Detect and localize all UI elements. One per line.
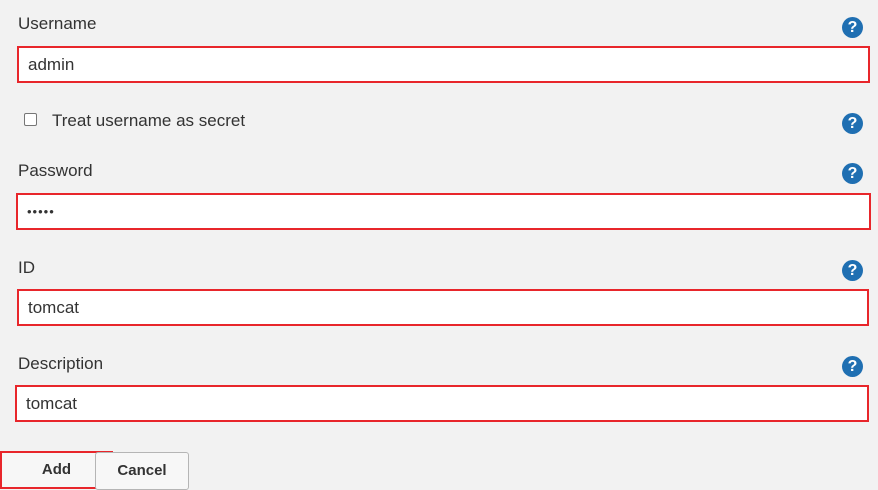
username-input[interactable] <box>17 46 870 83</box>
description-label: Description <box>18 354 104 373</box>
id-input[interactable] <box>17 289 869 326</box>
treat-username-secret-checkbox[interactable] <box>24 113 37 126</box>
treat-username-secret-label: Treat username as secret <box>52 111 246 130</box>
password-help-icon[interactable]: ? <box>842 163 863 184</box>
username-help-icon[interactable]: ? <box>842 17 863 38</box>
treat-username-secret-help-icon[interactable]: ? <box>842 113 863 134</box>
description-input[interactable] <box>15 385 869 422</box>
password-input[interactable] <box>16 193 871 230</box>
id-label: ID <box>18 258 35 277</box>
id-help-icon[interactable]: ? <box>842 260 863 281</box>
password-label: Password <box>18 161 93 180</box>
description-help-icon[interactable]: ? <box>842 356 863 377</box>
username-label: Username <box>18 14 97 33</box>
cancel-button[interactable]: Cancel <box>95 452 189 490</box>
